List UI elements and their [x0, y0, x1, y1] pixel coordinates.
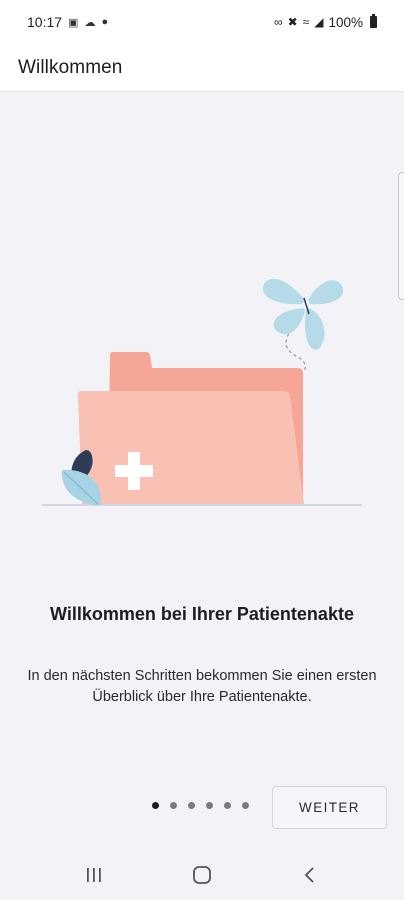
system-nav-bar — [0, 850, 404, 900]
recent-apps-button[interactable] — [64, 855, 124, 895]
status-time: 10:17 — [27, 14, 63, 30]
status-left: 10:17 ▣ ☁ ● — [27, 14, 108, 30]
onboarding-headline: Willkommen bei Ihrer Patientenakte — [50, 604, 354, 624]
back-button[interactable] — [280, 855, 340, 895]
back-icon — [304, 867, 314, 883]
cloud-icon: ☁ — [84, 16, 96, 29]
location-icon: ● — [101, 16, 109, 28]
butterfly-icon — [262, 278, 344, 350]
page-dot — [242, 802, 249, 809]
page-dot — [188, 802, 195, 809]
battery-percent: 100% — [328, 14, 363, 30]
onboarding-description: In den nächsten Schritten bekommen Sie e… — [27, 668, 377, 705]
folder-front — [77, 391, 304, 504]
home-button[interactable] — [172, 855, 232, 895]
next-button[interactable]: WEITER — [272, 786, 387, 829]
signal-icon: ◢ — [314, 15, 324, 29]
page-dot — [170, 802, 177, 809]
page-indicator — [152, 802, 249, 809]
recent-apps-icon — [87, 868, 101, 882]
page-title: Willkommen — [18, 56, 123, 78]
notification-icon: ▣ — [68, 16, 79, 29]
page-dot — [152, 802, 159, 809]
folder-with-medical-cross-illustration — [42, 278, 362, 506]
page-dot — [224, 802, 231, 809]
mute-icon: ✖ — [287, 15, 298, 29]
link-icon: ∞ — [274, 15, 283, 29]
home-icon — [193, 866, 211, 884]
page-dot — [206, 802, 213, 809]
wifi-icon: ≈ — [302, 15, 310, 29]
app-bar: Willkommen — [0, 44, 404, 92]
battery-icon — [370, 14, 377, 28]
status-right: ∞ ✖ ≈ ◢ 100% — [274, 14, 377, 30]
status-bar: 10:17 ▣ ☁ ● ∞ ✖ ≈ ◢ 100% — [0, 0, 404, 44]
